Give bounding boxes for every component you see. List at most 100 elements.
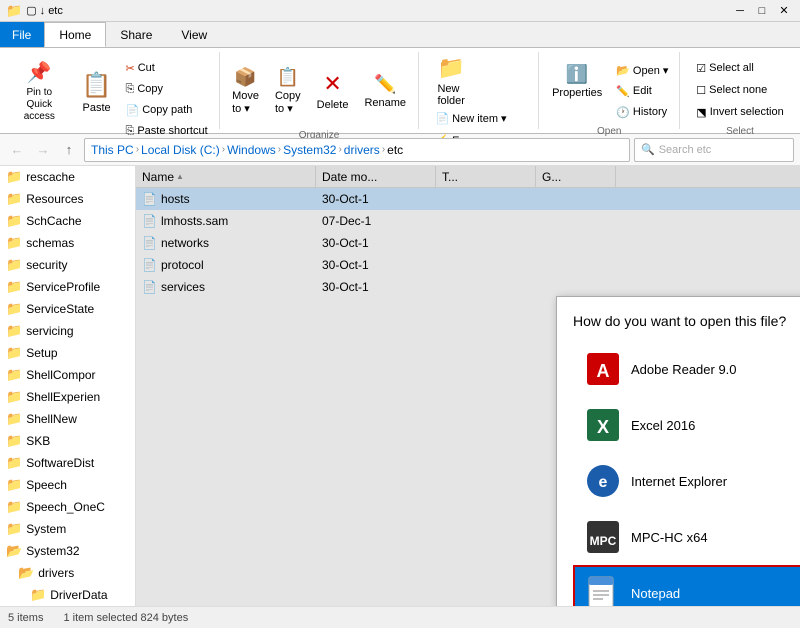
sidebar-item-label: servicing: [26, 324, 73, 338]
forward-button[interactable]: →: [32, 139, 54, 161]
list-item-excel[interactable]: X Excel 2016: [573, 397, 800, 453]
sidebar-item-label: ShellNew: [26, 412, 77, 426]
sidebar-item-schcache[interactable]: 📁 SchCache: [0, 210, 135, 232]
sidebar-item-label: security: [26, 258, 67, 272]
sidebar-item-label: Setup: [26, 346, 57, 360]
back-button[interactable]: ←: [6, 139, 28, 161]
svg-text:MPC: MPC: [590, 534, 617, 548]
open-label: Open ▾: [633, 64, 669, 77]
sidebar-item-system[interactable]: 📁 System: [0, 518, 135, 540]
delete-button[interactable]: ✕ Delete: [310, 56, 356, 126]
sidebar-item-label: ServiceProfile: [26, 280, 100, 294]
maximize-button[interactable]: □: [752, 3, 772, 19]
folder-icon: 📁: [6, 323, 22, 339]
invert-selection-button[interactable]: ⬔ Invert selection: [691, 102, 788, 122]
sidebar-item-serviceprofile[interactable]: 📁 ServiceProfile: [0, 276, 135, 298]
folder-icon: 📁: [6, 345, 22, 361]
sidebar-item-shellcompor[interactable]: 📁 ShellCompor: [0, 364, 135, 386]
sidebar-item-servicing[interactable]: 📁 servicing: [0, 320, 135, 342]
cut-label: Cut: [138, 62, 155, 74]
main-area: 📁 rescache 📁 Resources 📁 SchCache 📁 sche…: [0, 166, 800, 606]
sidebar-item-servicestate[interactable]: 📁 ServiceState: [0, 298, 135, 320]
properties-button[interactable]: ℹ️ Properties: [545, 56, 609, 106]
sidebar-item-speechonec[interactable]: 📁 Speech_OneC: [0, 496, 135, 518]
sidebar-item-setup[interactable]: 📁 Setup: [0, 342, 135, 364]
app-label: Notepad: [631, 586, 680, 601]
folder-icon: 📁: [6, 455, 22, 471]
folder-open-icon: 📂: [6, 543, 22, 559]
status-bar: 5 items 1 item selected 824 bytes: [0, 606, 800, 628]
sidebar-item-skb[interactable]: 📁 SKB: [0, 430, 135, 452]
sidebar-item-rescache[interactable]: 📁 rescache: [0, 166, 135, 188]
sidebar-item-security[interactable]: 📁 security: [0, 254, 135, 276]
excel-icon: X: [585, 407, 621, 443]
sidebar-item-drivers[interactable]: 📂 drivers: [0, 562, 135, 584]
svg-text:X: X: [597, 417, 609, 437]
list-item-notepad[interactable]: Notepad: [573, 565, 800, 606]
address-bar[interactable]: This PC › Local Disk (C:) › Windows › Sy…: [84, 138, 630, 162]
close-button[interactable]: ✕: [774, 3, 794, 19]
ie-icon: e: [585, 463, 621, 499]
sidebar-item-label: Resources: [26, 192, 83, 206]
select-label: Select: [726, 124, 754, 137]
paste-button[interactable]: 📋 Paste: [75, 58, 119, 126]
sidebar-item-label: Speech_OneC: [26, 500, 105, 514]
sidebar-item-label: DriverData: [50, 588, 107, 602]
sidebar-item-label: schemas: [26, 236, 74, 250]
sidebar-item-label: System32: [26, 544, 79, 558]
ribbon-group-organize: 📦 Moveto ▾ 📋 Copyto ▾ ✕ Delete ✏️ Rename…: [220, 52, 420, 129]
folder-icon: 📁: [6, 279, 22, 295]
title-bar: 📁 ▢ ↓ etc ─ □ ✕: [0, 0, 800, 22]
app-label: Adobe Reader 9.0: [631, 362, 737, 377]
folder-icon: 📁: [6, 301, 22, 317]
folder-icon: 📁: [30, 587, 46, 603]
sidebar-item-softwaredist[interactable]: 📁 SoftwareDist: [0, 452, 135, 474]
open-label-group: Open: [597, 124, 621, 137]
tab-file[interactable]: File: [0, 22, 44, 47]
up-button[interactable]: ↑: [58, 139, 80, 161]
list-item-ie[interactable]: e Internet Explorer: [573, 453, 800, 509]
sidebar-item-schemas[interactable]: 📁 schemas: [0, 232, 135, 254]
folder-icon: 📁: [6, 257, 22, 273]
open-button[interactable]: 📂 Open ▾: [611, 60, 673, 80]
sidebar-item-label: Speech: [26, 478, 67, 492]
sidebar-item-label: ServiceState: [26, 302, 94, 316]
tab-view[interactable]: View: [167, 22, 222, 47]
edit-label: Edit: [633, 85, 652, 97]
search-icon: 🔍: [641, 143, 655, 156]
rename-button[interactable]: ✏️ Rename: [357, 56, 413, 126]
list-item-mpc[interactable]: MPC MPC-HC x64: [573, 509, 800, 565]
folder-open-icon: 📂: [18, 565, 34, 581]
select-none-button[interactable]: ☐ Select none: [691, 80, 772, 100]
sidebar-item-shellnew[interactable]: 📁 ShellNew: [0, 408, 135, 430]
edit-button[interactable]: ✏️ Edit: [611, 81, 673, 101]
list-item-acrobat[interactable]: A Adobe Reader 9.0: [573, 341, 800, 397]
sidebar: 📁 rescache 📁 Resources 📁 SchCache 📁 sche…: [0, 166, 136, 606]
history-button[interactable]: 🕐 History: [611, 102, 673, 122]
sidebar-item-speech[interactable]: 📁 Speech: [0, 474, 135, 496]
sidebar-item-label: System: [26, 522, 66, 536]
tab-home[interactable]: Home: [44, 22, 106, 47]
tab-share[interactable]: Share: [106, 22, 167, 47]
pin-to-quick-button[interactable]: 📌 Pin to Quickaccess: [6, 56, 73, 126]
sidebar-item-label: ShellExperien: [26, 390, 100, 404]
copy-button[interactable]: ⎘ Copy: [121, 79, 213, 99]
copy-to-button[interactable]: 📋 Copyto ▾: [268, 56, 308, 126]
move-to-button[interactable]: 📦 Moveto ▾: [225, 56, 266, 126]
minimize-button[interactable]: ─: [730, 3, 750, 19]
acrobat-icon: A: [585, 351, 621, 387]
folder-icon: 📁: [6, 389, 22, 405]
new-folder-button[interactable]: 📁 Newfolder: [430, 56, 472, 106]
copy-path-button[interactable]: 📄 Copy path: [121, 100, 213, 120]
sidebar-item-resources[interactable]: 📁 Resources: [0, 188, 135, 210]
sidebar-item-system32[interactable]: 📂 System32: [0, 540, 135, 562]
new-item-button[interactable]: 📄 New item ▾: [430, 108, 511, 128]
folder-icon: 📁: [6, 411, 22, 427]
cut-button[interactable]: ✂ Cut: [121, 58, 213, 78]
search-bar[interactable]: 🔍 Search etc: [634, 138, 794, 162]
sidebar-item-driverdata[interactable]: 📁 DriverData: [0, 584, 135, 606]
sidebar-item-label: SchCache: [26, 214, 81, 228]
select-all-button[interactable]: ☑ Select all: [691, 58, 759, 78]
folder-icon: 📁: [6, 499, 22, 515]
sidebar-item-shellexperien[interactable]: 📁 ShellExperien: [0, 386, 135, 408]
